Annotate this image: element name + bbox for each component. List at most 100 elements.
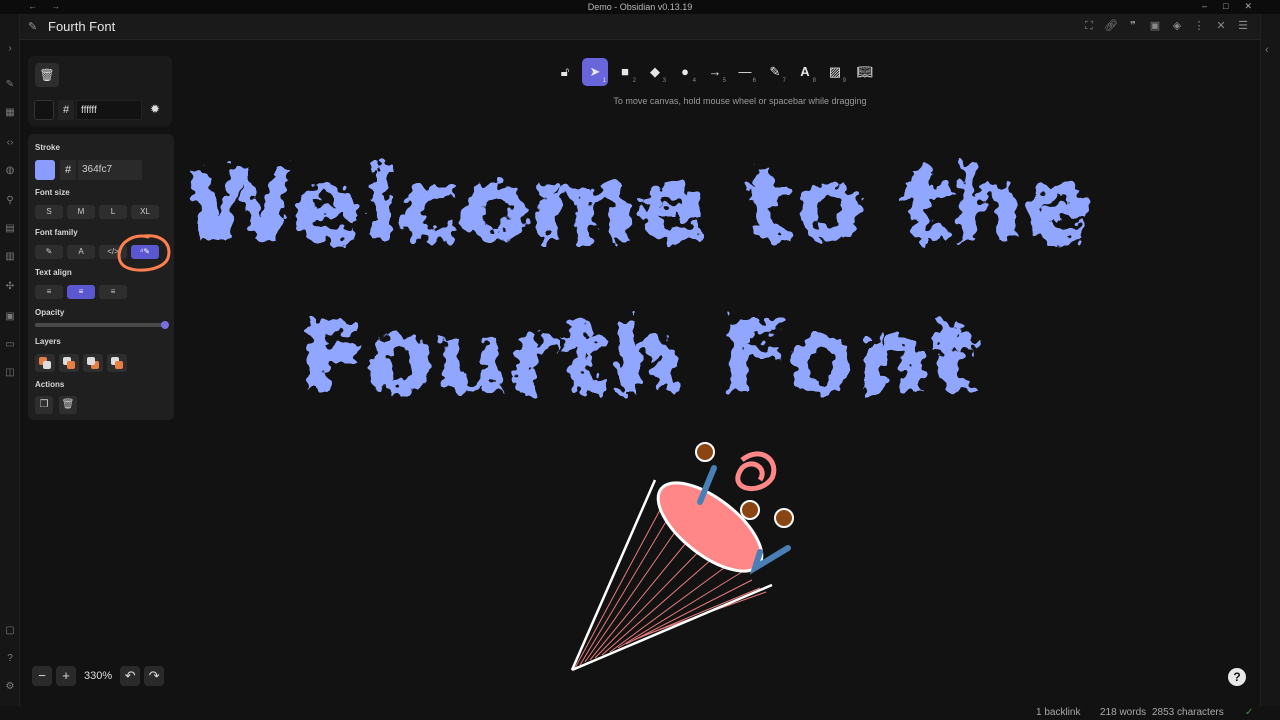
align-center-button[interactable]: ≡ [67,285,95,299]
send-backward-button[interactable] [59,354,79,372]
zoom-in-button[interactable]: + [56,666,76,686]
graph-icon[interactable]: ✣ [3,280,17,294]
trash-icon: 🗑︎ [39,68,55,82]
word-count: 218 words [1100,707,1147,718]
file-icon[interactable]: ▤ [3,222,17,236]
stroke-color-input[interactable]: 364fc7 [78,160,142,180]
close-icon[interactable]: ✕ [1214,19,1228,33]
font-family-label: Font family [35,228,78,237]
font-size-m[interactable]: M [67,205,95,219]
align-center-icon: ≡ [78,287,84,296]
opacity-thumb[interactable] [161,321,169,329]
text-align-label: Text align [35,268,72,277]
image-icon: ▨ [828,64,842,79]
lock-tool[interactable]: 🔓︎ [552,58,578,86]
delete-button[interactable]: 🗑︎ [59,396,77,414]
actions-label: Actions [35,380,65,389]
vault-icon[interactable]: ▢ [3,624,17,638]
bring-to-front-button[interactable] [107,354,127,372]
letter-a-icon: A [78,247,84,256]
template-icon[interactable]: ▥ [3,250,17,264]
align-right-button[interactable]: ≡ [99,285,127,299]
fullscreen-icon[interactable]: ⛶ [1082,19,1096,33]
undo-button[interactable]: ↶ [120,666,141,686]
pen-icon[interactable]: ✎ [3,78,17,92]
window-controls[interactable]: –□✕ [1202,1,1268,12]
menu-icon[interactable]: ☰ [1236,19,1250,33]
quote-icon[interactable]: ❞ [1126,19,1140,33]
stroke-color-swatch[interactable] [35,160,55,180]
zoom-level[interactable]: 330% [80,670,116,682]
layers-label: Layers [35,337,61,346]
party-popper-drawing[interactable] [570,442,794,672]
calendar-day-icon[interactable]: ▣ [3,310,17,324]
tool-key: 5 [722,78,726,84]
help-button[interactable]: ? [1228,668,1246,686]
duplicate-button[interactable]: ❐ [35,396,53,414]
canvas-settings-icon[interactable]: ✹ [150,102,160,116]
window-titlebar: ←→ Demo - Obsidian v0.13.19 –□✕ [0,0,1280,14]
font-size-l[interactable]: L [99,205,127,219]
font-family-handdrawn[interactable]: ✎ [35,245,63,259]
stack-icon[interactable]: ▭ [3,338,17,352]
bring-forward-button[interactable] [83,354,103,372]
tool-key: 3 [662,78,666,84]
settings-icon[interactable]: ⚙ [3,680,17,694]
zoom-controls: − + 330% ↶ ↷ [32,666,165,686]
backlinks-count[interactable]: 1 backlink [1036,707,1080,718]
blocks-icon[interactable]: ◫ [3,366,17,380]
rectangle-tool[interactable]: ■ 2 [612,58,638,86]
tool-key: 9 [842,78,846,84]
tool-key: 7 [782,78,786,84]
highlight-circle [117,234,171,272]
arrow-tool[interactable]: → 5 [702,58,728,86]
globe-icon[interactable]: ◍ [3,164,17,178]
clear-canvas-button[interactable]: 🗑︎ [35,63,59,87]
calendar-icon[interactable]: ▦ [3,106,17,120]
line-tool[interactable]: —6 [732,58,758,86]
collapse-right-icon[interactable]: ‹ [1265,44,1269,56]
font-family-normal[interactable]: A [67,245,95,259]
font-size-s[interactable]: S [35,205,63,219]
zoom-out-button[interactable]: − [32,666,52,686]
align-left-button[interactable]: ≡ [35,285,63,299]
opacity-slider[interactable] [35,321,169,329]
opacity-label: Opacity [35,308,65,317]
canvas-text-line2[interactable]: Fourth Font [299,299,980,416]
tool-toolbar: 🔓︎ ➤ 1 ■ 2 ◆ 3 ● 4 → 5 —6 ✎ 7 A8 ▨ 9 📖︎ [552,58,878,86]
help-circle-icon[interactable]: ? [3,652,17,666]
background-color-input[interactable]: ffffff [76,100,142,120]
canvas-background-panel: 🗑︎ # ffffff ✹ [28,56,172,126]
redo-button[interactable]: ↷ [144,666,165,686]
code-icon[interactable]: ‹› [3,136,17,150]
expand-sidebar-icon[interactable]: › [3,42,17,56]
diamond-tool[interactable]: ◆ 3 [642,58,668,86]
pencil-icon: ✎ [769,64,781,79]
align-left-icon: ≡ [46,287,52,296]
save-icon[interactable]: ▣ [1148,19,1162,33]
question-icon: ? [1233,670,1241,684]
background-hash: # [58,100,74,120]
tool-key: 8 [812,78,816,84]
more-icon[interactable]: ⋮ [1192,19,1206,33]
ellipse-tool[interactable]: ● 4 [672,58,698,86]
image-tool[interactable]: ▨ 9 [822,58,848,86]
text-tool[interactable]: A8 [792,58,818,86]
canvas-artwork: Welcome to the Fourth Font [185,147,1095,672]
select-tool[interactable]: ➤ 1 [582,58,608,86]
font-size-group: S M L XL [35,205,159,219]
send-to-back-button[interactable] [35,354,55,372]
draw-tool[interactable]: ✎ 7 [762,58,788,86]
network-icon[interactable]: ⚲ [3,194,17,208]
background-color-swatch[interactable] [34,100,54,120]
canvas-hint: To move canvas, hold mouse wheel or spac… [613,96,867,106]
font-size-xl[interactable]: XL [131,205,159,219]
sync-status-icon[interactable]: ✓ [1245,707,1253,718]
layers-group [35,354,127,372]
library-tool[interactable]: 📖︎ [852,58,878,86]
canvas-text-line1[interactable]: Welcome to the [185,147,1095,264]
obsidian-icon[interactable]: ◈ [1170,19,1184,33]
link-icon[interactable]: 🔗︎ [1104,19,1118,33]
file-title: Fourth Font [48,19,116,34]
duplicate-icon: ❐ [39,399,49,410]
